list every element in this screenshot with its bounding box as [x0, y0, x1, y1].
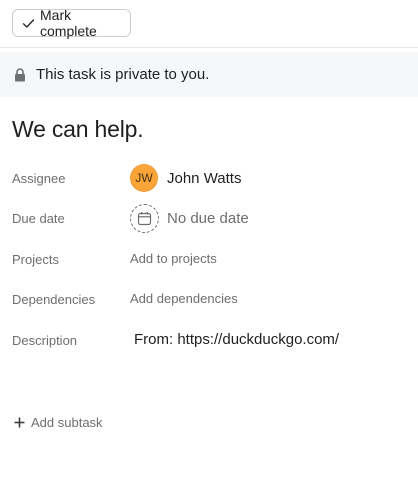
due-date-label: Due date — [12, 211, 65, 226]
plus-icon — [14, 417, 25, 428]
add-subtask-button[interactable]: Add subtask — [14, 415, 103, 430]
due-date-field[interactable]: No due date — [130, 204, 249, 233]
task-title[interactable]: We can help. — [12, 116, 144, 143]
dependencies-label: Dependencies — [12, 292, 96, 307]
calendar-icon — [130, 204, 159, 233]
assignee-label: Assignee — [12, 171, 66, 186]
assignee-name: John Watts — [167, 169, 242, 187]
avatar: JW — [130, 164, 158, 192]
private-task-banner: This task is private to you. — [0, 52, 418, 97]
add-subtask-label: Add subtask — [31, 415, 103, 430]
assignee-field[interactable]: JW John Watts — [130, 164, 241, 192]
task-toolbar: Mark complete — [0, 0, 418, 48]
mark-complete-label: Mark complete — [40, 7, 97, 39]
description-editor[interactable]: From: https://duckduckgo.com/ — [134, 331, 339, 348]
add-dependencies-label: Add dependencies — [130, 291, 238, 306]
mark-complete-button[interactable]: Mark complete — [12, 7, 131, 39]
add-to-projects-button[interactable]: Add to projects — [130, 251, 217, 266]
check-icon — [22, 17, 35, 30]
private-banner-text: This task is private to you. — [36, 66, 210, 83]
lock-icon — [14, 67, 26, 82]
due-date-value: No due date — [167, 210, 249, 227]
add-to-projects-label: Add to projects — [130, 251, 217, 266]
projects-label: Projects — [12, 252, 59, 267]
add-dependencies-button[interactable]: Add dependencies — [130, 291, 238, 306]
description-label: Description — [12, 333, 78, 348]
